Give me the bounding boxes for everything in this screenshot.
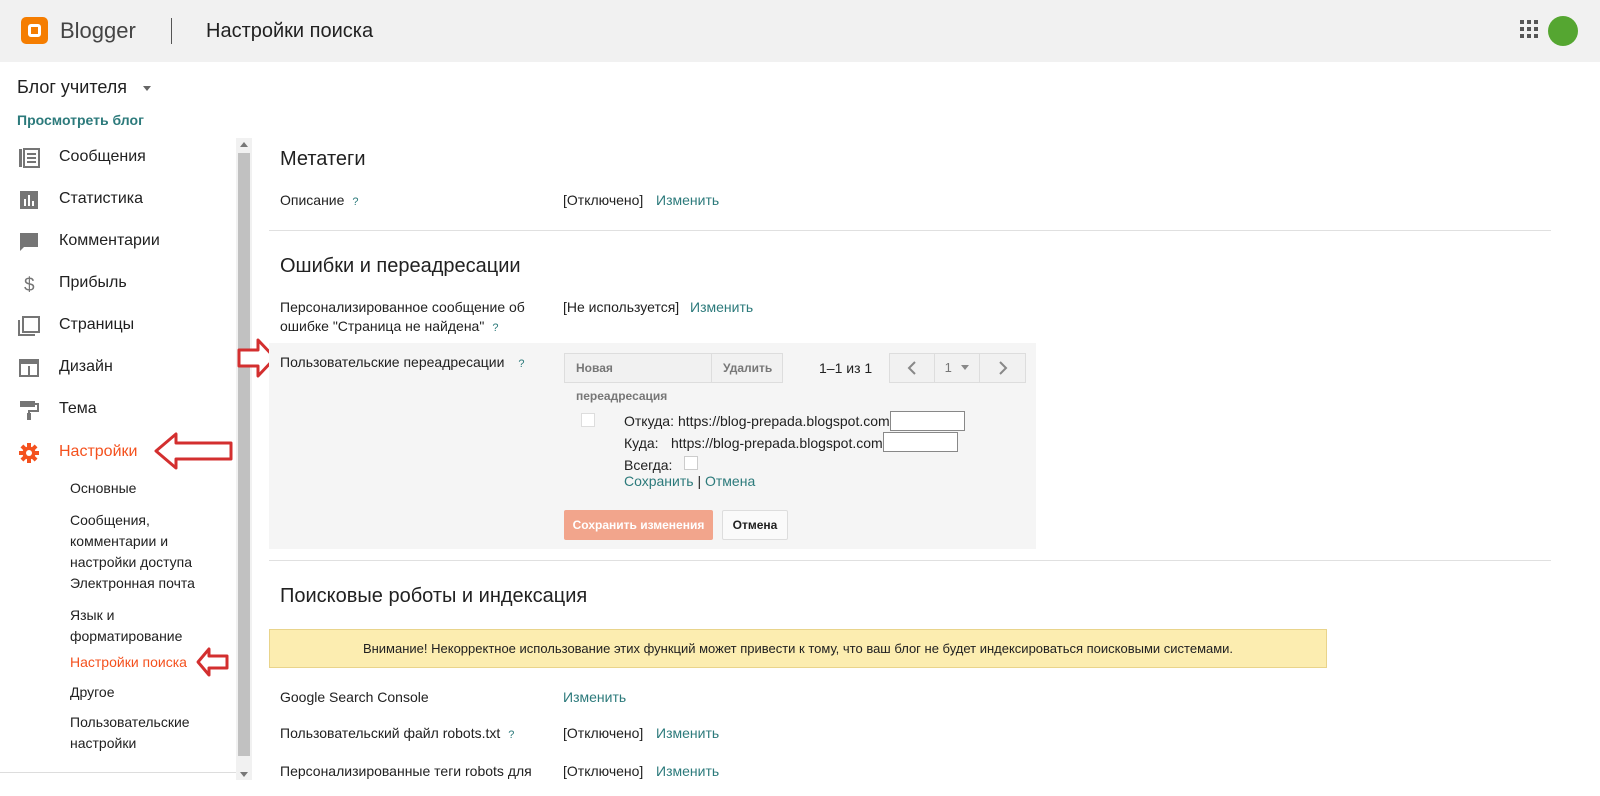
svg-text:$: $ bbox=[24, 275, 35, 294]
gsc-change-link[interactable]: Изменить bbox=[563, 689, 626, 705]
brand-name[interactable]: Blogger bbox=[60, 18, 136, 44]
pager-count: 1–1 из 1 bbox=[819, 360, 873, 376]
sidebar-item-comments[interactable]: Комментарии bbox=[0, 222, 236, 262]
divider bbox=[171, 18, 172, 44]
sidebar-subitem-email[interactable]: Электронная почта bbox=[70, 573, 230, 594]
pager: 1 bbox=[889, 353, 1026, 383]
divider bbox=[0, 772, 236, 773]
sidebar-subitem-basic[interactable]: Основные bbox=[70, 478, 230, 499]
not-found-status: [Не используется] bbox=[563, 299, 680, 315]
from-url: https://blog-prepada.blogspot.com bbox=[678, 413, 890, 429]
scroll-thumb[interactable] bbox=[238, 153, 250, 756]
sidebar-item-label: Настройки bbox=[59, 443, 138, 460]
view-blog-link[interactable]: Просмотреть блог bbox=[17, 112, 144, 128]
gear-icon bbox=[19, 443, 39, 463]
sidebar-item-posts[interactable]: Сообщения bbox=[0, 138, 236, 178]
redirect-select-checkbox[interactable] bbox=[581, 413, 595, 427]
sidebar-item-label: Страницы bbox=[59, 316, 135, 333]
section-title-errors: Ошибки и переадресации bbox=[280, 255, 521, 277]
layout-icon bbox=[19, 359, 39, 377]
chevron-left-icon bbox=[907, 361, 916, 375]
not-found-change-link[interactable]: Изменить bbox=[690, 299, 753, 315]
new-redirect-button[interactable]: Новая переадресация bbox=[564, 353, 712, 403]
redirect-row-actions: Сохранить | Отмена bbox=[624, 473, 755, 489]
sidebar-item-stats[interactable]: Статистика bbox=[0, 180, 236, 220]
sidebar-item-label: Дизайн bbox=[59, 358, 113, 375]
chevron-right-icon bbox=[998, 361, 1007, 375]
sidebar-scrollbar[interactable] bbox=[236, 138, 252, 780]
sidebar-item-label: Статистика bbox=[59, 190, 144, 207]
robots-tags-status: [Отключено] bbox=[563, 763, 644, 779]
section-title-robots: Поисковые роботы и индексация bbox=[280, 585, 588, 607]
sidebar-item-layout[interactable]: Дизайн bbox=[0, 348, 236, 388]
help-icon[interactable]: ? bbox=[352, 193, 358, 212]
to-url: https://blog-prepada.blogspot.com bbox=[671, 435, 883, 451]
next-page-button[interactable] bbox=[980, 353, 1026, 383]
not-found-label: Персонализированное сообщение об ошибке … bbox=[280, 298, 540, 338]
sidebar-item-label: Тема bbox=[59, 400, 97, 417]
help-icon[interactable]: ? bbox=[508, 726, 514, 745]
robots-txt-status: [Отключено] bbox=[563, 725, 644, 741]
stats-icon bbox=[20, 191, 38, 209]
sidebar-subitem-language[interactable]: Язык и форматирование bbox=[70, 605, 200, 647]
redirect-actions: Новая переадресация Удалить bbox=[564, 353, 783, 403]
blogger-logo-icon[interactable] bbox=[21, 17, 48, 44]
warning-banner: Внимание! Некорректное использование эти… bbox=[269, 629, 1327, 668]
sidebar-item-theme[interactable]: Тема bbox=[0, 390, 236, 430]
page-title: Настройки поиска bbox=[206, 20, 374, 42]
save-redirect-link[interactable]: Сохранить bbox=[624, 473, 694, 489]
to-label: Куда: bbox=[624, 435, 659, 451]
pages-icon bbox=[18, 316, 40, 336]
cancel-redirect-link[interactable]: Отмена bbox=[705, 473, 755, 489]
comments-icon bbox=[20, 233, 38, 251]
section-title-meta: Метатеги bbox=[280, 148, 366, 170]
delete-button[interactable]: Удалить bbox=[712, 353, 783, 383]
scroll-up-arrow-icon[interactable] bbox=[240, 142, 248, 147]
annotation-arrow-icon bbox=[196, 647, 229, 677]
scroll-down-arrow-icon[interactable] bbox=[240, 772, 248, 777]
robots-tags-label: Персонализированные теги robots для bbox=[280, 763, 532, 779]
redirects-label: Пользовательские переадресации? bbox=[280, 353, 525, 374]
blog-selector[interactable]: Блог учителя bbox=[17, 77, 127, 98]
sidebar-subitem-posts-comments[interactable]: Сообщения, комментарии и настройки досту… bbox=[70, 510, 220, 573]
robots-txt-change-link[interactable]: Изменить bbox=[656, 725, 719, 741]
sidebar-item-label: Комментарии bbox=[59, 232, 160, 249]
prev-page-button[interactable] bbox=[889, 353, 935, 383]
apps-grid-icon[interactable] bbox=[1520, 20, 1538, 38]
sidebar-subitem-user-settings[interactable]: Пользовательские настройки bbox=[70, 712, 210, 754]
top-bar: Blogger Настройки поиска bbox=[0, 0, 1600, 62]
page-select[interactable]: 1 bbox=[935, 353, 980, 383]
robots-txt-label: Пользовательский файл robots.txt? bbox=[280, 724, 514, 745]
caret-down-icon bbox=[961, 365, 970, 370]
cancel-button[interactable]: Отмена bbox=[722, 510, 788, 540]
description-status: [Отключено] bbox=[563, 192, 644, 208]
from-label: Откуда: bbox=[624, 413, 674, 429]
sidebar-item-label: Сообщения bbox=[59, 148, 146, 165]
robots-tags-change-link[interactable]: Изменить bbox=[656, 763, 719, 779]
save-changes-button[interactable]: Сохранить изменения bbox=[564, 510, 713, 540]
avatar[interactable] bbox=[1548, 16, 1578, 46]
divider bbox=[269, 230, 1551, 231]
caret-down-icon[interactable] bbox=[143, 86, 151, 91]
sidebar-item-pages[interactable]: Страницы bbox=[0, 306, 236, 346]
always-label: Всегда: bbox=[624, 457, 673, 473]
description-label: Описание? bbox=[280, 191, 359, 212]
always-checkbox[interactable] bbox=[684, 456, 698, 470]
posts-icon bbox=[19, 148, 40, 168]
sidebar-item-earnings[interactable]: $ Прибыль bbox=[0, 264, 236, 304]
divider bbox=[269, 560, 1551, 561]
theme-brush-icon bbox=[20, 401, 39, 420]
separator: | bbox=[697, 473, 702, 489]
to-path-input[interactable] bbox=[883, 432, 958, 452]
sidebar-item-label: Прибыль bbox=[59, 274, 127, 291]
sidebar-subitem-other[interactable]: Другое bbox=[70, 682, 230, 703]
description-change-link[interactable]: Изменить bbox=[656, 192, 719, 208]
help-icon[interactable]: ? bbox=[518, 355, 524, 374]
annotation-arrow-icon bbox=[154, 432, 233, 470]
from-path-input[interactable] bbox=[890, 411, 965, 431]
dollar-icon: $ bbox=[24, 275, 35, 294]
help-icon[interactable]: ? bbox=[492, 319, 498, 338]
gsc-label: Google Search Console bbox=[280, 689, 429, 705]
